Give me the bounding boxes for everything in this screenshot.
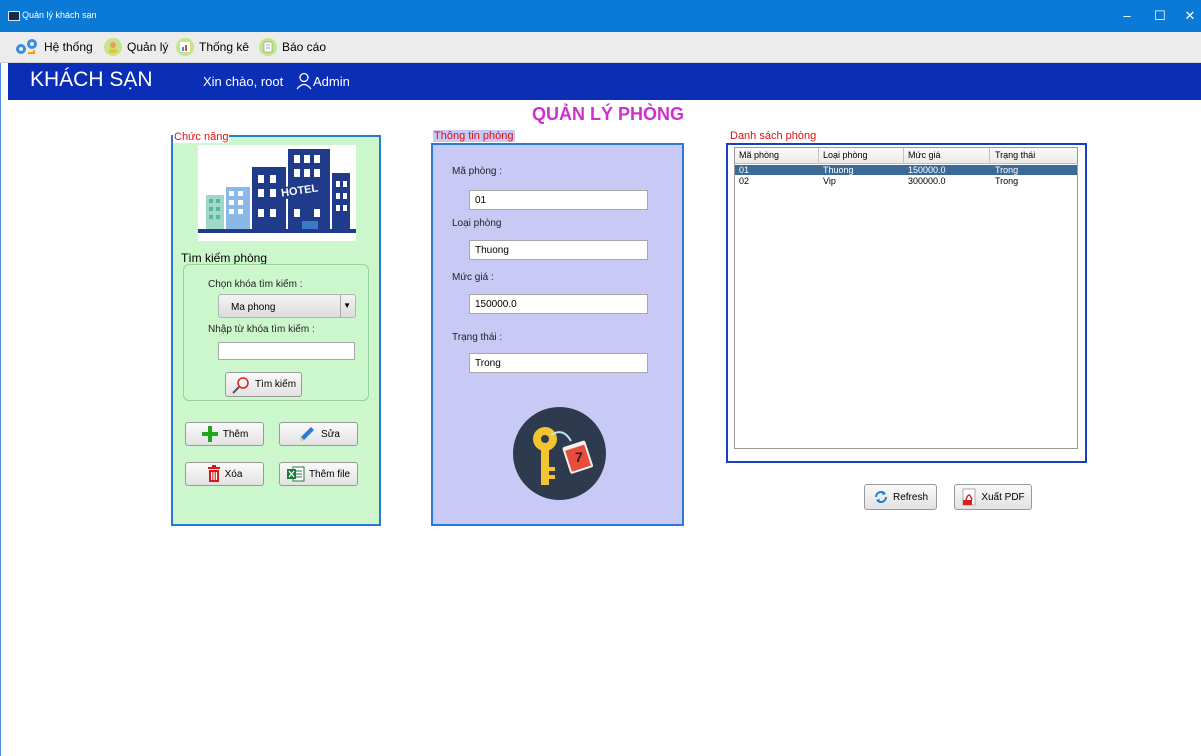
search-key-label: Chọn khóa tìm kiếm : (208, 279, 303, 290)
room-status-label: Trạng thái : (452, 332, 503, 343)
key-illustration: 7 (513, 407, 606, 500)
table-cell: 01 (739, 165, 750, 175)
table-cell: Vip (823, 176, 836, 186)
add-file-button-label: Thêm file (308, 468, 351, 480)
menu-label: Hệ thống (44, 40, 93, 54)
page-title: QUẢN LÝ PHÒNG (531, 104, 684, 124)
app-icon (8, 11, 20, 21)
room-list-legend: Danh sách phòng (729, 130, 818, 142)
keyword-input[interactable] (218, 342, 355, 360)
room-table[interactable]: Mã phòng Loại phòng Mức giá Trạng thái 0… (734, 147, 1078, 449)
refresh-icon (874, 491, 887, 503)
search-button[interactable]: Tìm kiếm (225, 372, 302, 397)
column-divider (989, 148, 990, 163)
room-status-input[interactable]: Trong (469, 353, 648, 373)
room-id-input[interactable]: 01 (469, 190, 648, 210)
close-icon[interactable]: ✕ (1180, 8, 1200, 24)
table-cell: 300000.0 (908, 176, 946, 186)
room-info-legend: Thông tin phòng (433, 130, 515, 142)
manager-icon (104, 38, 122, 56)
greeting-text: Xin chào, root (203, 74, 284, 89)
table-row[interactable]: 02 Vip 300000.0 Trong (735, 176, 1077, 186)
key-tag-number: 7 (575, 449, 583, 465)
user-icon (296, 72, 312, 90)
search-section-title: Tìm kiếm phòng (181, 251, 268, 265)
table-cell: Thuong (823, 165, 854, 175)
excel-icon (286, 466, 305, 482)
chart-icon (176, 38, 194, 56)
export-pdf-button[interactable]: Xuất PDF (954, 484, 1032, 510)
room-id-label: Mã phòng : (452, 166, 503, 177)
menu-label: Quản lý (127, 40, 169, 54)
column-header-room-id[interactable]: Mã phòng (739, 150, 779, 160)
minimize-icon[interactable]: – (1117, 8, 1137, 24)
add-button-label: Thêm (222, 428, 249, 440)
add-file-button[interactable]: Thêm file (279, 462, 358, 486)
room-type-input[interactable]: Thuong (469, 240, 648, 260)
search-button-label: Tìm kiếm (254, 379, 297, 390)
menu-quan-ly[interactable]: Quản lý (104, 37, 168, 57)
refresh-button[interactable]: Refresh (864, 484, 937, 510)
edit-button-label: Sửa (321, 428, 340, 440)
maximize-icon[interactable]: ☐ (1150, 8, 1170, 24)
trash-icon (207, 465, 220, 482)
column-divider (818, 148, 819, 163)
table-header: Mã phòng Loại phòng Mức giá Trạng thái (735, 148, 1077, 164)
table-row[interactable]: 01 Thuong 150000.0 Trong (735, 165, 1077, 175)
header-bar: KHÁCH SẠN Xin chào, root Admin (8, 63, 1201, 100)
column-header-status[interactable]: Trạng thái (995, 150, 1035, 160)
table-cell: 150000.0 (908, 165, 946, 175)
add-button[interactable]: Thêm (185, 422, 264, 446)
room-type-label: Loại phòng (452, 218, 502, 229)
keyword-label: Nhập từ khóa tìm kiếm : (208, 324, 315, 335)
table-cell: Trong (995, 176, 1019, 186)
search-key-select[interactable]: Ma phong ▼ (218, 294, 356, 318)
search-icon (232, 376, 249, 394)
window-left-border (0, 63, 1, 756)
window-title-bar: Quản lý khách sạn – ☐ ✕ (0, 0, 1201, 32)
chevron-down-icon: ▼ (343, 301, 351, 310)
column-header-room-type[interactable]: Loại phòng (823, 150, 868, 160)
delete-button-label: Xóa (224, 468, 243, 480)
export-pdf-button-label: Xuất PDF (981, 491, 1025, 503)
room-price-input[interactable]: 150000.0 (469, 294, 648, 314)
gears-icon (16, 39, 37, 54)
refresh-button-label: Refresh (892, 491, 928, 503)
room-price-label: Mức giá : (452, 272, 494, 283)
hotel-image: HOTEL (198, 145, 356, 241)
pdf-icon (962, 488, 976, 506)
search-key-value: Ma phong (231, 302, 276, 313)
menu-thong-ke[interactable]: Thống kê (176, 37, 249, 57)
column-header-price[interactable]: Mức giá (908, 150, 941, 160)
delete-button[interactable]: Xóa (185, 462, 264, 486)
table-cell: 02 (739, 176, 750, 186)
plus-icon (201, 426, 218, 442)
pencil-icon (300, 427, 315, 441)
menu-bao-cao[interactable]: Báo cáo (259, 37, 326, 57)
menu-label: Báo cáo (282, 40, 327, 54)
window-title: Quản lý khách sạn (22, 10, 97, 20)
user-role: Admin (313, 74, 350, 89)
table-cell: Trong (995, 165, 1019, 175)
function-panel-legend: Chức năng (173, 131, 230, 143)
menu-he-thong[interactable]: Hệ thống (14, 37, 93, 57)
column-divider (903, 148, 904, 163)
menu-bar: Hệ thống Quản lý Thống kê Báo cáo (0, 32, 1201, 63)
report-icon (259, 38, 277, 56)
edit-button[interactable]: Sửa (279, 422, 358, 446)
brand-title: KHÁCH SẠN (30, 68, 153, 91)
menu-label: Thống kê (199, 40, 250, 54)
